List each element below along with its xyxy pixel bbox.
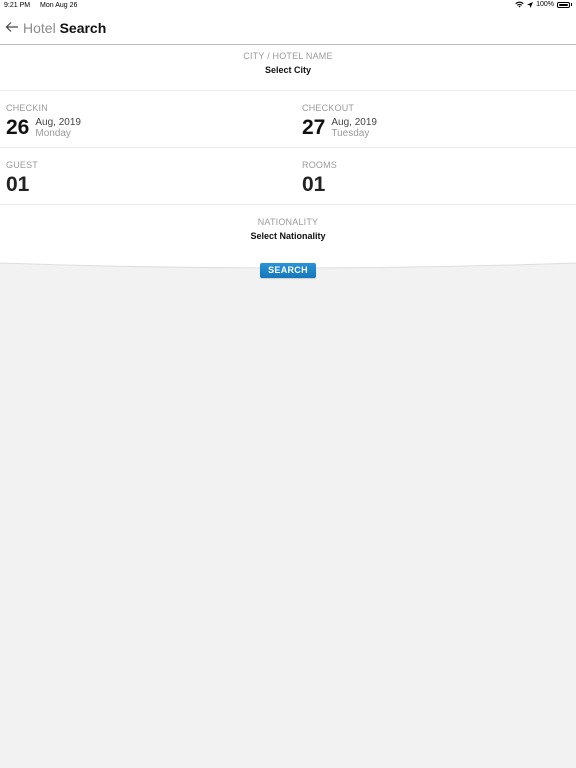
status-time: 9:21 PM [4, 2, 31, 9]
status-date: Mon Aug 26 [40, 2, 78, 9]
page-title: Hotel Search [23, 20, 106, 36]
battery-nub [571, 3, 572, 6]
nationality-selector[interactable]: NATIONALITY Select Nationality [0, 205, 576, 255]
checkout-date: 27 Aug, 2019 Tuesday [302, 116, 377, 140]
search-form: CITY / HOTEL NAME Select City CHECKIN 26… [0, 45, 576, 263]
guest-label: GUEST [6, 160, 39, 170]
checkout-day: 27 [302, 116, 326, 139]
arrow-left-icon[interactable] [5, 18, 21, 36]
checkout-weekday: Tuesday [331, 128, 370, 139]
checkout-month-year: Aug, 2019 [331, 117, 377, 128]
page-title-light: Hotel [23, 20, 56, 36]
checkout-selector[interactable]: CHECKOUT 27 Aug, 2019 Tuesday [296, 91, 576, 147]
nationality-value: Select Nationality [250, 231, 326, 241]
rooms-selector[interactable]: ROOMS 01 [296, 148, 576, 204]
occupancy-row: GUEST 01 ROOMS 01 [0, 148, 576, 205]
rooms-count: 01 [302, 173, 326, 196]
checkout-meta: Aug, 2019 Tuesday [331, 117, 377, 139]
city-label: CITY / HOTEL NAME [243, 51, 333, 61]
battery-icon [557, 1, 570, 8]
guest-selector[interactable]: GUEST 01 [0, 148, 296, 204]
checkout-label: CHECKOUT [302, 103, 355, 113]
city-selector[interactable]: CITY / HOTEL NAME Select City [0, 45, 576, 91]
dates-row: CHECKIN 26 Aug, 2019 Monday CHECKOUT 27 … [0, 91, 576, 148]
battery-percent: 100% [536, 1, 554, 8]
status-right: 100% [515, 1, 572, 8]
checkin-selector[interactable]: CHECKIN 26 Aug, 2019 Monday [0, 91, 296, 147]
checkin-meta: Aug, 2019 Monday [35, 117, 81, 139]
page-title-bold: Search [59, 20, 107, 36]
checkin-day: 26 [6, 116, 30, 139]
checkin-weekday: Monday [35, 128, 71, 139]
rooms-label: ROOMS [302, 160, 338, 170]
guest-count: 01 [6, 173, 30, 196]
wifi-icon [515, 1, 524, 8]
search-button[interactable]: SEARCH [260, 263, 316, 278]
status-bar: 9:21 PM Mon Aug 26 100% [0, 0, 576, 12]
city-value: Select City [264, 65, 312, 75]
checkin-label: CHECKIN [6, 103, 48, 113]
checkin-date: 26 Aug, 2019 Monday [6, 116, 81, 140]
nav-bar: Hotel Search [0, 12, 576, 45]
status-left: 9:21 PM Mon Aug 26 [4, 2, 85, 9]
nationality-label: NATIONALITY [257, 217, 319, 227]
checkin-month-year: Aug, 2019 [35, 117, 81, 128]
location-icon [527, 1, 534, 8]
